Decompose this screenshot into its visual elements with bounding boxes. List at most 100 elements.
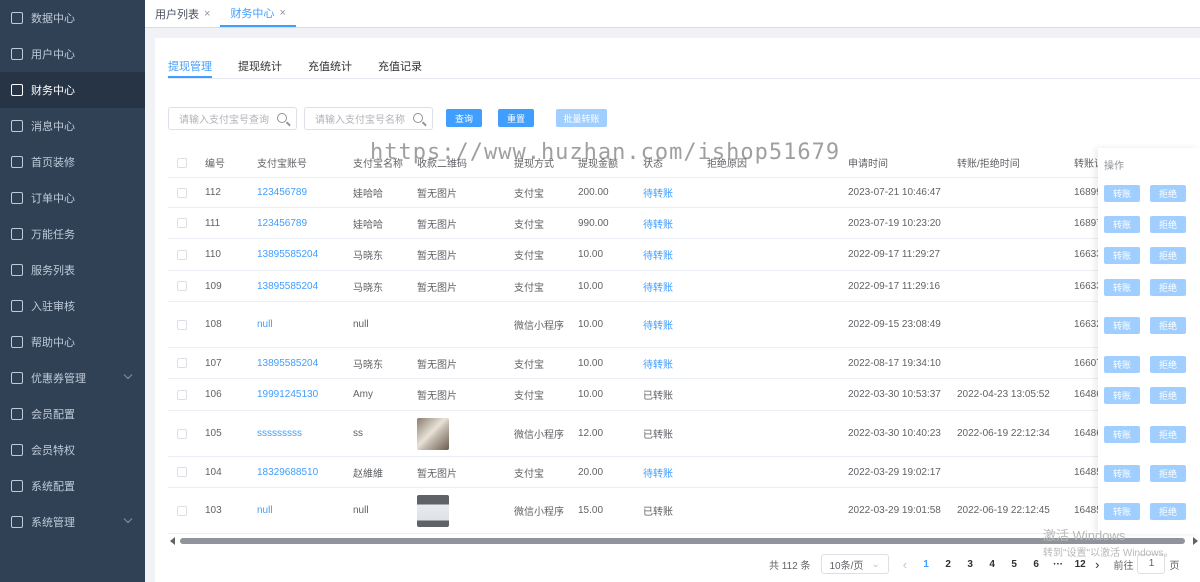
sidebar-item-home-decoration[interactable]: 首页装修	[0, 144, 145, 180]
row-checkbox[interactable]	[177, 389, 187, 400]
sidebar-item-help-center[interactable]: 帮助中心	[0, 324, 145, 360]
select-all-checkbox[interactable]	[177, 157, 187, 168]
menu-icon	[11, 192, 23, 204]
reject-button[interactable]: 拒绝	[1150, 185, 1186, 202]
reject-button[interactable]: 拒绝	[1150, 355, 1186, 373]
qrcode-image[interactable]	[417, 494, 449, 527]
row-checkbox[interactable]	[177, 281, 187, 291]
row-checkbox[interactable]	[177, 428, 187, 439]
cell-account[interactable]: sssssssss	[257, 411, 302, 456]
sidebar-item-data-center[interactable]: 数据中心	[0, 0, 145, 36]
transfer-button[interactable]: 转账	[1104, 215, 1140, 233]
reject-button[interactable]: 拒绝	[1150, 464, 1186, 482]
tab-finance-center[interactable]: 财务中心 ×	[220, 0, 296, 27]
goto-page-input[interactable]: 1	[1137, 554, 1166, 574]
close-icon[interactable]: ×	[279, 7, 285, 19]
cell-name: Amy	[353, 389, 373, 400]
row-checkbox[interactable]	[177, 218, 187, 228]
alipay-account-search-input[interactable]: 请输入支付宝号查询	[168, 107, 297, 130]
sidebar-item-system-config[interactable]: 系统配置	[0, 468, 145, 504]
sidebar-item-order-center[interactable]: 订单中心	[0, 180, 145, 216]
tab-user-list[interactable]: 用户列表 ×	[145, 0, 220, 27]
cell-account[interactable]: 18329688510	[257, 457, 318, 487]
pagination: 共 112 条 10条/页 ⌄ ‹ 1 2 3 4 5 6 ··· 12 › 前往 1 页	[769, 553, 1179, 575]
horizontal-scrollbar[interactable]	[168, 537, 1200, 545]
sidebar-item-finance-center[interactable]: 财务中心	[0, 72, 145, 108]
cell-account[interactable]: 123456789	[257, 208, 307, 238]
row-checkbox[interactable]	[177, 505, 187, 516]
sidebar-item-message-center[interactable]: 消息中心	[0, 108, 145, 144]
cell-account[interactable]: 123456789	[257, 178, 307, 207]
reject-button[interactable]: 拒绝	[1150, 503, 1186, 520]
reject-button[interactable]: 拒绝	[1150, 387, 1186, 404]
next-page-icon[interactable]: ›	[1095, 557, 1099, 572]
row-checkbox[interactable]	[177, 187, 187, 198]
transfer-button[interactable]: 转账	[1104, 185, 1140, 202]
col-apply-time: 申请时间	[848, 159, 888, 170]
reject-button[interactable]: 拒绝	[1150, 317, 1186, 334]
page-size-value: 10条/页	[829, 560, 864, 572]
sidebar-item-user-center[interactable]: 用户中心	[0, 36, 145, 72]
page-ellipsis[interactable]: ···	[1047, 559, 1069, 570]
page-number[interactable]: 12	[1069, 559, 1091, 570]
sidebar-item-settle-review[interactable]: 入驻审核	[0, 288, 145, 324]
row-checkbox[interactable]	[177, 467, 187, 477]
cell-account[interactable]: 19991245130	[257, 379, 318, 410]
page-size-select[interactable]: 10条/页 ⌄	[820, 554, 889, 574]
scroll-thumb[interactable]	[180, 538, 1185, 544]
row-checkbox[interactable]	[177, 249, 187, 260]
row-checkbox[interactable]	[177, 319, 187, 330]
transfer-button[interactable]: 转账	[1104, 247, 1140, 264]
reject-button[interactable]: 拒绝	[1150, 215, 1186, 233]
cell-account[interactable]: 13895585204	[257, 271, 318, 301]
sidebar-item-member-config[interactable]: 会员配置	[0, 396, 145, 432]
qrcode-image[interactable]	[417, 417, 449, 450]
page-number[interactable]: 5	[1003, 559, 1025, 570]
subtab-recharge-records[interactable]: 充值记录	[378, 58, 422, 78]
transfer-button[interactable]: 转账	[1104, 317, 1140, 334]
sidebar-item-system-manage[interactable]: 系统管理	[0, 504, 145, 540]
prev-page-icon[interactable]: ‹	[903, 557, 907, 572]
reject-button[interactable]: 拒绝	[1150, 247, 1186, 264]
batch-transfer-button[interactable]: 批量转账	[556, 109, 607, 127]
menu-icon	[11, 336, 23, 348]
sidebar-item-member-privilege[interactable]: 会员特权	[0, 432, 145, 468]
close-icon[interactable]: ×	[204, 8, 210, 20]
reject-button[interactable]: 拒绝	[1150, 278, 1186, 296]
subtab-withdraw-stats[interactable]: 提现统计	[238, 58, 282, 78]
search-button[interactable]: 查询	[446, 109, 482, 127]
transfer-button[interactable]: 转账	[1104, 426, 1140, 443]
subtab-withdraw-manage[interactable]: 提现管理	[168, 58, 212, 78]
menu-icon	[11, 480, 23, 492]
page-number[interactable]: 1	[915, 559, 937, 570]
transfer-button[interactable]: 转账	[1104, 355, 1140, 373]
cell-method: 微信小程序	[514, 321, 564, 332]
cell-id: 105	[205, 428, 222, 439]
alipay-name-search-input[interactable]: 请输入支付宝号名称	[304, 107, 433, 130]
page-number[interactable]: 6	[1025, 559, 1047, 570]
page-number[interactable]: 4	[981, 559, 1003, 570]
sidebar-item-universal-task[interactable]: 万能任务	[0, 216, 145, 252]
page-number[interactable]: 3	[959, 559, 981, 570]
scroll-right-icon[interactable]	[1193, 537, 1198, 545]
transfer-button[interactable]: 转账	[1104, 464, 1140, 482]
transfer-button[interactable]: 转账	[1104, 278, 1140, 296]
reset-button[interactable]: 重置	[498, 109, 534, 127]
cell-status: 待转账	[643, 251, 673, 262]
transfer-button[interactable]: 转账	[1104, 387, 1140, 404]
transfer-button[interactable]: 转账	[1104, 503, 1140, 520]
subtab-recharge-stats[interactable]: 充值统计	[308, 58, 352, 78]
scroll-left-icon[interactable]	[170, 537, 175, 545]
reject-button[interactable]: 拒绝	[1150, 426, 1186, 443]
cell-apply-time: 2022-03-30 10:53:37	[848, 389, 941, 400]
cell-account[interactable]: null	[257, 302, 273, 347]
sidebar-item-service-list[interactable]: 服务列表	[0, 252, 145, 288]
cell-id: 110	[205, 249, 221, 260]
cell-account[interactable]: 13895585204	[257, 239, 318, 270]
row-checkbox[interactable]	[177, 358, 187, 368]
cell-account[interactable]: 13895585204	[257, 348, 318, 378]
cell-account[interactable]: null	[257, 488, 273, 533]
page-number[interactable]: 2	[937, 559, 959, 570]
sidebar-item-coupon-manage[interactable]: 优惠券管理	[0, 360, 145, 396]
cell-amount: 20.00	[578, 466, 604, 478]
